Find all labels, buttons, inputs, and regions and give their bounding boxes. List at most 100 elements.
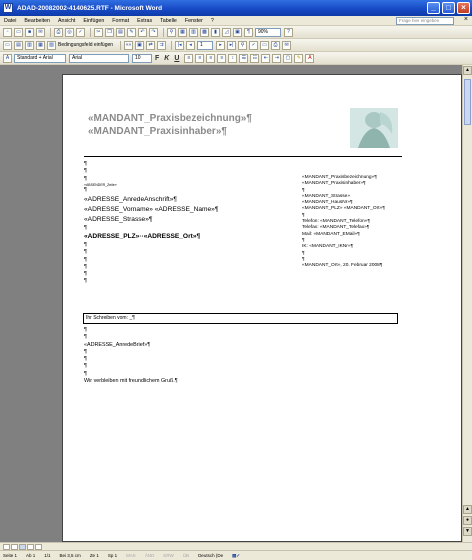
zoom-select[interactable]: 90%: [255, 27, 281, 37]
previous-record-icon[interactable]: ◂: [186, 40, 196, 50]
last-record-icon[interactable]: ▸|: [227, 40, 237, 50]
cut-icon[interactable]: ✂: [94, 27, 103, 37]
propagate-labels-icon[interactable]: ⇉: [157, 40, 167, 50]
reference-textbox[interactable]: Ihr Schreiben vom: _¶: [83, 313, 398, 324]
letterhead-line-2: «MANDANT_Praxisinhaber»¶: [88, 126, 227, 137]
status-overtype[interactable]: ÜB: [183, 553, 189, 558]
align-left-icon[interactable]: ≡: [184, 53, 194, 63]
record-number-input[interactable]: 1: [197, 40, 214, 50]
first-record-icon[interactable]: |◂: [175, 40, 185, 50]
menu-tabelle[interactable]: Tabelle: [160, 18, 177, 24]
insert-merge-field-icon[interactable]: ▧: [47, 40, 56, 50]
bold-button[interactable]: F: [155, 55, 159, 62]
minimize-button[interactable]: _: [427, 2, 440, 14]
merge-to-email-icon[interactable]: ✉: [282, 40, 292, 50]
menu-format[interactable]: Format: [112, 18, 129, 24]
menu-ansicht[interactable]: Ansicht: [58, 18, 75, 24]
menu-fenster[interactable]: Fenster: [185, 18, 203, 24]
columns-icon[interactable]: ▮: [211, 27, 220, 37]
underline-button[interactable]: U: [174, 55, 179, 62]
menu-help[interactable]: ?: [211, 18, 214, 24]
align-center-icon[interactable]: ≡: [195, 53, 205, 63]
scroll-up-icon[interactable]: ▲: [463, 66, 472, 75]
style-select[interactable]: Standard + Arial: [14, 53, 66, 63]
copy-icon[interactable]: ❐: [105, 27, 114, 37]
close-button[interactable]: ×: [457, 2, 470, 14]
open-data-source-icon[interactable]: ▤: [14, 40, 23, 50]
line-spacing-icon[interactable]: ↕: [228, 53, 238, 63]
styles-pane-icon[interactable]: A: [3, 53, 12, 63]
bullets-icon[interactable]: ☷: [250, 53, 260, 63]
spelling-icon[interactable]: ✓: [76, 27, 85, 37]
undo-icon[interactable]: ↶: [138, 27, 147, 37]
drawing-icon[interactable]: ◿: [222, 27, 231, 37]
next-record-icon[interactable]: ▸: [216, 40, 226, 50]
status-language[interactable]: Deutsch (De: [198, 553, 223, 558]
new-document-icon[interactable]: ▫: [3, 27, 12, 37]
excel-icon[interactable]: ▩: [200, 27, 209, 37]
next-page-icon[interactable]: ▼: [463, 527, 472, 536]
normal-view-icon[interactable]: [3, 543, 10, 550]
print-preview-icon[interactable]: ◎: [65, 27, 74, 37]
reading-layout-view-icon[interactable]: [35, 543, 42, 550]
merge-to-new-icon[interactable]: ▭: [260, 40, 270, 50]
open-icon[interactable]: ▭: [14, 27, 23, 37]
main-document-icon[interactable]: ▭: [3, 40, 12, 50]
align-right-icon[interactable]: ≡: [206, 53, 216, 63]
paste-icon[interactable]: ▤: [116, 27, 125, 37]
font-color-icon[interactable]: A: [305, 53, 315, 63]
document-close-icon[interactable]: ×: [464, 16, 468, 23]
menu-bearbeiten[interactable]: Bearbeiten: [24, 18, 50, 24]
horizontal-scrollbar[interactable]: [0, 542, 472, 550]
scroll-thumb[interactable]: [464, 79, 471, 125]
highlight-icon[interactable]: ✎: [294, 53, 304, 63]
check-errors-icon[interactable]: ✓: [249, 40, 259, 50]
menu-datei[interactable]: Datei: [4, 18, 16, 24]
tables-borders-icon[interactable]: ▦: [178, 27, 187, 37]
font-size-select[interactable]: 10: [132, 53, 152, 63]
show-hide-icon[interactable]: ¶: [244, 27, 253, 37]
spellcheck-book-icon[interactable]: ▤✓: [232, 553, 240, 559]
menu-einfuegen[interactable]: Einfügen: [83, 18, 104, 24]
status-macro-record[interactable]: MAK: [126, 553, 136, 558]
help-icon[interactable]: ?: [284, 27, 293, 37]
merge-to-printer-icon[interactable]: ⎙: [271, 40, 281, 50]
italic-button[interactable]: K: [164, 55, 169, 62]
menu-extras[interactable]: Extras: [137, 18, 152, 24]
justify-icon[interactable]: ≡: [217, 53, 227, 63]
outline-view-icon[interactable]: [27, 543, 34, 550]
match-fields-icon[interactable]: ⇄: [146, 40, 156, 50]
maximize-button[interactable]: □: [442, 2, 455, 14]
recipients-icon[interactable]: ▥: [25, 40, 34, 50]
redo-icon[interactable]: ↷: [149, 27, 158, 37]
insert-table-icon[interactable]: ▥: [189, 27, 198, 37]
status-track-changes[interactable]: ÄND: [145, 553, 155, 558]
hyperlink-icon[interactable]: ⚲: [167, 27, 176, 37]
font-select[interactable]: Arial: [69, 53, 129, 63]
save-icon[interactable]: ■: [25, 27, 34, 37]
document-map-icon[interactable]: ▣: [233, 27, 242, 37]
increase-indent-icon[interactable]: ⇥: [272, 53, 282, 63]
permission-icon[interactable]: ✉: [36, 27, 45, 37]
word-icon[interactable]: W: [3, 3, 13, 13]
print-layout-view-icon[interactable]: [19, 543, 26, 550]
numbering-icon[interactable]: ☰: [239, 53, 249, 63]
highlight-fields-icon[interactable]: ▣: [135, 40, 145, 50]
borders-icon[interactable]: ▢: [283, 53, 293, 63]
insert-address-icon[interactable]: ▦: [36, 40, 45, 50]
web-layout-view-icon[interactable]: [11, 543, 18, 550]
format-painter-icon[interactable]: ✎: [127, 27, 136, 37]
view-merged-data-icon[interactable]: «»: [124, 40, 134, 50]
insert-word-field-menu[interactable]: Bedingungsfeld einfügen: [58, 42, 113, 48]
status-extend[interactable]: ERW: [163, 553, 173, 558]
toolbar-separator: [120, 40, 122, 50]
document-page[interactable]: [62, 74, 462, 542]
previous-page-icon[interactable]: ▲: [463, 505, 472, 514]
paragraph-mark: ¶: [84, 363, 87, 370]
find-entry-icon[interactable]: ⚲: [238, 40, 248, 50]
decrease-indent-icon[interactable]: ⇤: [261, 53, 271, 63]
help-search-input[interactable]: Frage hier eingeben: [396, 17, 454, 25]
select-browse-object-icon[interactable]: ●: [463, 516, 472, 525]
vertical-scrollbar[interactable]: ▲ ▲ ● ▼: [462, 65, 472, 542]
print-icon[interactable]: ⎙: [54, 27, 63, 37]
